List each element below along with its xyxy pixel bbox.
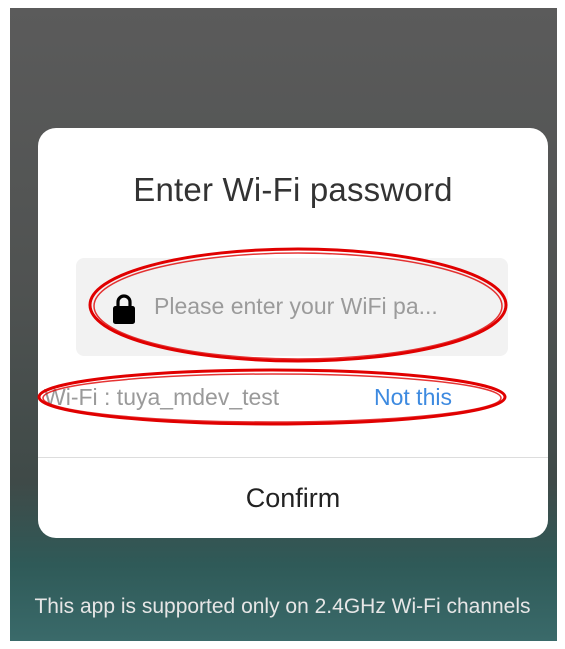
screen-edge [8,8,10,641]
frequency-support-note: This app is supported only on 2.4GHz Wi-… [34,595,531,618]
password-field-container[interactable] [76,258,508,356]
dialog-title: Enter Wi-Fi password [133,171,453,208]
app-screen-background: Enter Wi-Fi password Wi-Fi : tuya_mdev_t… [8,8,557,641]
lock-icon [113,294,135,324]
wifi-password-dialog: Enter Wi-Fi password Wi-Fi : tuya_mdev_t… [38,128,548,538]
confirm-button[interactable]: Confirm [38,458,548,538]
wifi-password-input[interactable] [154,286,494,326]
wifi-network-label: Wi-Fi : tuya_mdev_test [44,384,280,410]
not-this-link[interactable]: Not this [374,384,452,411]
